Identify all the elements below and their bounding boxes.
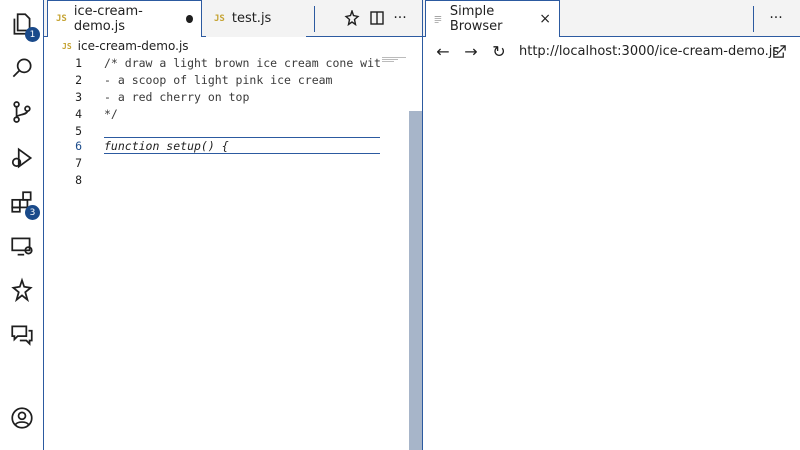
js-file-icon: JS [56,14,67,24]
line-number: 7 [75,156,82,170]
tab-divider [314,6,315,32]
tab-divider [753,6,754,32]
code-text: function setup() { [104,139,229,153]
url-input[interactable]: http://localhost:3000/ice-cream-demo.js [519,44,779,59]
code-text: - a red cherry on top [104,90,250,104]
js-file-icon: JS [62,41,72,51]
activity-bar: 1 3 [0,0,44,450]
scrollbar-thumb[interactable] [409,111,422,450]
close-icon[interactable]: × [539,11,551,27]
code-line[interactable]: 3 - a red cherry on top [44,89,380,106]
code-line[interactable]: 2 - a scoop of light pink ice cream [44,72,380,89]
code-line[interactable]: 8 [44,172,380,189]
line-number: 4 [75,107,82,121]
tab-label: test.js [231,11,272,26]
tab-simple-browser[interactable]: Simple Browser × [425,0,560,37]
code-text: - a scoop of light pink ice cream [104,73,333,87]
copilot-action-icon[interactable] [340,6,364,30]
tab-label: ice-cream-demo.js [73,4,143,34]
code-line-current[interactable]: 6 function setup() { [44,138,380,155]
open-external-icon[interactable] [767,39,791,63]
tab-ice-cream-demo[interactable]: JS ice-cream-demo.js [47,0,202,37]
breadcrumb-label: ice-cream-demo.js [77,39,189,53]
account-icon[interactable] [6,402,38,434]
run-debug-icon[interactable] [6,142,38,174]
explorer-badge: 1 [25,27,40,42]
tab-label: Simple Browser [449,4,503,34]
browser-toolbar: ← → ↻ http://localhost:3000/ice-cream-de… [423,37,800,65]
unsaved-dot-icon[interactable] [186,15,193,23]
tab-test-js[interactable]: JS test.js [206,0,306,37]
split-editor-icon[interactable] [365,6,389,30]
code-line[interactable]: 7 [44,155,380,172]
vertical-scrollbar[interactable] [409,55,422,450]
extensions-icon[interactable]: 3 [6,186,40,220]
forward-button[interactable]: → [459,39,483,63]
reload-button[interactable]: ↻ [487,39,511,63]
extensions-badge: 3 [25,205,40,220]
minimap[interactable] [382,57,408,65]
more-actions-icon[interactable]: ··· [388,6,412,30]
chat-icon[interactable] [6,318,38,350]
line-number: 1 [75,56,82,70]
code-text: /* draw a light brown ice cream cone wit… [104,56,380,70]
remote-explorer-icon[interactable] [6,230,38,262]
search-icon[interactable] [6,52,38,84]
line-number: 6 [75,139,82,153]
line-number: 3 [75,90,82,104]
code-editor[interactable]: 1 /* draw a light brown ice cream cone w… [44,55,422,450]
line-number: 2 [75,73,82,87]
explorer-icon[interactable]: 1 [6,8,40,42]
preview-file-icon [434,16,442,23]
js-file-icon: JS [214,13,225,24]
code-text: */ [104,107,118,121]
line-number: 8 [75,173,82,187]
more-actions-icon[interactable]: ··· [764,6,788,30]
back-button[interactable]: ← [431,39,455,63]
breadcrumb[interactable]: JS ice-cream-demo.js [44,37,422,55]
editor-tab-bar: JS ice-cream-demo.js JS test.js ··· [44,0,422,37]
code-line[interactable]: 4 */ [44,106,380,123]
code-line[interactable]: 1 /* draw a light brown ice cream cone w… [44,55,380,72]
browser-viewport[interactable] [423,65,800,450]
source-control-icon[interactable] [6,96,38,128]
copilot-icon[interactable] [6,274,38,306]
browser-tab-bar: Simple Browser × ··· [423,0,800,37]
